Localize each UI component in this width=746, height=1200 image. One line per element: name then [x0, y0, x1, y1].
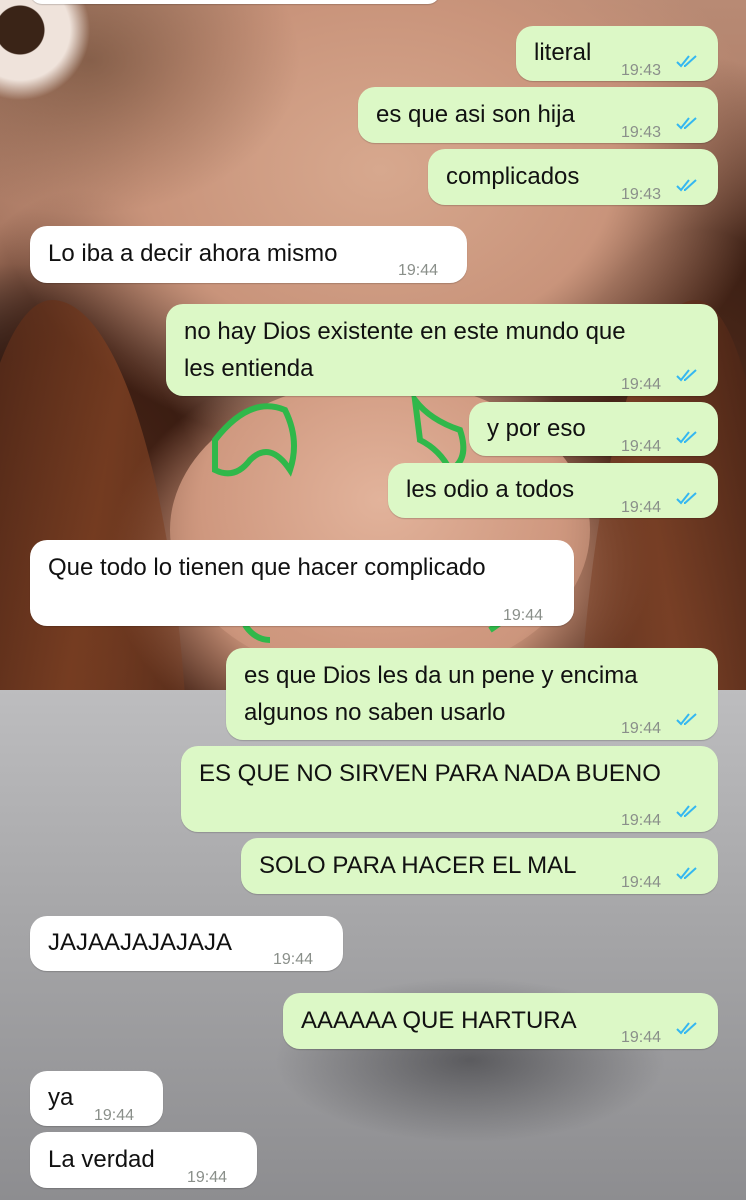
message-time: 19:44: [187, 1169, 228, 1186]
read-ticks-icon: [676, 431, 697, 444]
message-bubble-outgoing[interactable]: es que Dios les da un pene y encima algu…: [226, 648, 718, 740]
message-text: Que todo lo tienen que hacer complicado: [48, 554, 486, 581]
message-bubble-incoming[interactable]: Que todo lo tienen que hacer complicado …: [30, 540, 574, 626]
message-time: 19:44: [94, 1107, 135, 1124]
message-time: 19:43: [621, 124, 662, 141]
message-text: es que asi son hija: [376, 101, 575, 128]
message-bubble-incoming[interactable]: ya 19:44: [30, 1071, 163, 1126]
message-time: 19:44: [503, 607, 544, 624]
message-text: ya: [48, 1084, 74, 1111]
message-bubble-incoming[interactable]: JAJAAJAJAJAJA 19:44: [30, 916, 343, 971]
message-bubble-outgoing[interactable]: literal 19:43: [516, 26, 718, 81]
message-bubble-incoming[interactable]: La verdad 19:44: [30, 1132, 257, 1188]
message-text: SOLO PARA HACER EL MAL: [259, 852, 577, 879]
read-ticks-icon: [676, 867, 697, 880]
read-ticks-icon: [676, 1022, 697, 1035]
message-text: les odio a todos: [406, 476, 575, 503]
message-bubble-outgoing[interactable]: complicados 19:43: [428, 149, 718, 205]
message-text: literal: [534, 39, 592, 66]
message-bubble-partial: [30, 0, 440, 4]
message-time: 19:44: [398, 262, 439, 279]
message-bubble-outgoing[interactable]: les odio a todos 19:44: [388, 463, 718, 518]
read-ticks-icon: [676, 55, 697, 68]
message-text: es que Dios les da un pene y encima algu…: [244, 662, 638, 726]
message-time: 19:44: [621, 1029, 662, 1046]
message-text: y por eso: [487, 415, 586, 442]
read-ticks-icon: [676, 805, 697, 818]
message-time: 19:44: [621, 376, 662, 393]
message-time: 19:43: [621, 186, 662, 203]
message-bubble-outgoing[interactable]: SOLO PARA HACER EL MAL 19:44: [241, 838, 718, 894]
message-time: 19:43: [621, 62, 662, 79]
message-bubble-outgoing[interactable]: ES QUE NO SIRVEN PARA NADA BUENO 19:44: [181, 746, 718, 832]
message-time: 19:44: [621, 812, 662, 829]
message-time: 19:44: [621, 499, 662, 516]
message-bubble-incoming[interactable]: Lo iba a decir ahora mismo 19:44: [30, 226, 467, 283]
message-text: no hay Dios existente en este mundo que …: [184, 318, 626, 382]
message-time: 19:44: [621, 874, 662, 891]
message-time: 19:44: [273, 951, 314, 968]
message-bubble-outgoing[interactable]: AAAAAA QUE HARTURA 19:44: [283, 993, 718, 1049]
read-ticks-icon: [676, 713, 697, 726]
read-ticks-icon: [676, 369, 697, 382]
read-ticks-icon: [676, 179, 697, 192]
message-text: ES QUE NO SIRVEN PARA NADA BUENO: [199, 760, 661, 787]
message-text: complicados: [446, 163, 580, 190]
message-bubble-outgoing[interactable]: es que asi son hija 19:43: [358, 87, 718, 143]
message-bubble-outgoing[interactable]: y por eso 19:44: [469, 402, 718, 456]
message-text: JAJAAJAJAJAJA: [48, 929, 233, 956]
message-bubble-outgoing[interactable]: no hay Dios existente en este mundo que …: [166, 304, 718, 396]
read-ticks-icon: [676, 117, 697, 130]
message-time: 19:44: [621, 720, 662, 737]
message-text: AAAAAA QUE HARTURA: [301, 1007, 577, 1034]
read-ticks-icon: [676, 492, 697, 505]
message-time: 19:44: [621, 438, 662, 455]
message-text: Lo iba a decir ahora mismo: [48, 240, 338, 267]
message-text: La verdad: [48, 1146, 155, 1173]
